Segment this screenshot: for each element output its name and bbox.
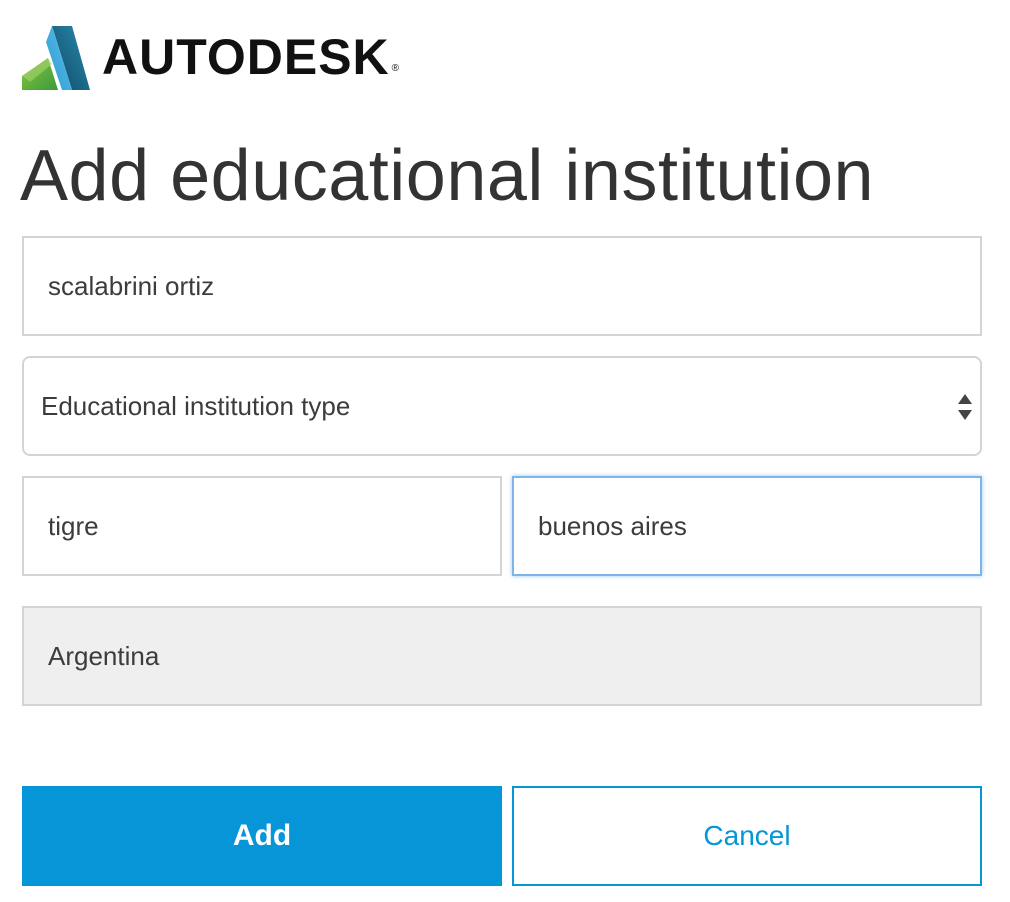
country-input xyxy=(22,606,982,706)
page: AUTODESK ® Add educational institution E… xyxy=(0,0,1010,902)
registered-mark: ® xyxy=(391,63,400,74)
add-button[interactable]: Add xyxy=(22,786,502,886)
select-arrows-icon xyxy=(958,394,972,420)
autodesk-logo: AUTODESK ® xyxy=(22,22,399,92)
brand-name: AUTODESK xyxy=(102,29,390,85)
institution-name-input[interactable] xyxy=(22,236,982,336)
state-input[interactable] xyxy=(512,476,982,576)
city-input[interactable] xyxy=(22,476,502,576)
autodesk-logo-icon xyxy=(22,26,90,90)
institution-type-selected-value: Educational institution type xyxy=(41,391,351,421)
cancel-button[interactable]: Cancel xyxy=(512,786,982,886)
page-title: Add educational institution xyxy=(20,136,875,216)
institution-type-select[interactable]: Educational institution type xyxy=(22,356,982,456)
